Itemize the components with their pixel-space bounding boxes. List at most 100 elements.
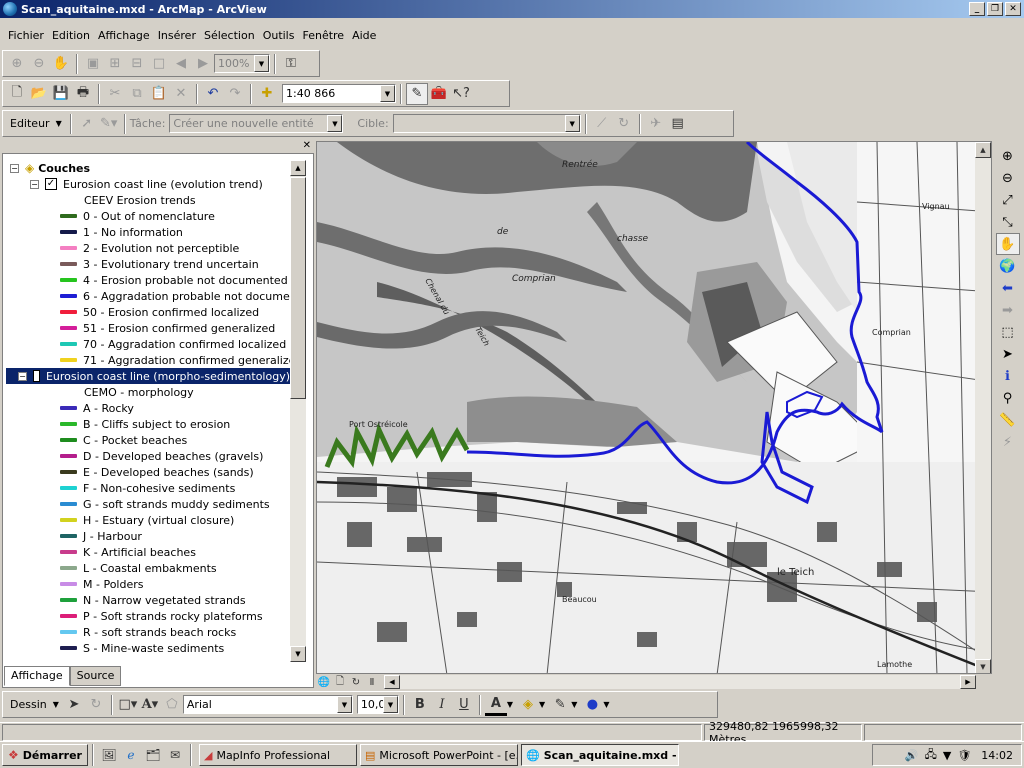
toggle-draft-mode-icon[interactable]: ⚿: [280, 53, 302, 75]
legend-item[interactable]: 6 - Aggradation probable not documented: [60, 288, 290, 304]
refresh-icon[interactable]: ↻: [348, 675, 364, 689]
menu-fenetre[interactable]: Fenêtre: [298, 29, 348, 42]
legend-item[interactable]: 1 - No information: [60, 224, 183, 240]
hyperlink-icon[interactable]: ⚡: [996, 431, 1020, 453]
legend-item[interactable]: R - soft strands beach rocks: [60, 624, 236, 640]
task-powerpoint[interactable]: ▤ Microsoft PowerPoint - [e...: [359, 744, 518, 766]
scroll-thumb[interactable]: [290, 177, 306, 399]
toc-root-row[interactable]: − ◈ Couches: [10, 160, 90, 176]
map-scale-combo[interactable]: 1:40 866 ▼: [282, 84, 396, 103]
editor-toolbar-icon[interactable]: ✎: [406, 82, 428, 105]
font-combo[interactable]: Arial ▼: [182, 695, 353, 714]
zoom-out-page-icon[interactable]: ⊖: [28, 53, 50, 75]
zoom-in-icon[interactable]: ⊕: [996, 145, 1020, 167]
legend-item[interactable]: F - Non-cohesive sediments: [60, 480, 235, 496]
zoom-in-page-icon[interactable]: ⊕: [6, 53, 28, 75]
whats-this-help-icon[interactable]: ↖?: [450, 83, 472, 105]
identify-icon[interactable]: ℹ: [996, 365, 1020, 387]
legend-item[interactable]: D - Developed beaches (gravels): [60, 448, 263, 464]
scroll-right-icon[interactable]: ▶: [960, 675, 976, 689]
layout-view-icon[interactable]: 🗋: [332, 675, 348, 689]
legend-item[interactable]: S - Mine-waste sediments: [60, 640, 224, 656]
legend-item[interactable]: N - Narrow vegetated strands: [60, 592, 246, 608]
cut-icon[interactable]: ✂: [104, 83, 126, 105]
fill-color-icon[interactable]: ◈: [517, 694, 539, 716]
tab-affichage[interactable]: Affichage: [4, 666, 70, 686]
edit-vertices-icon[interactable]: ⬠: [161, 694, 183, 716]
restore-button[interactable]: ❐: [987, 2, 1003, 16]
map-hscrollbar[interactable]: [400, 675, 960, 689]
legend-item[interactable]: C - Pocket beaches: [60, 432, 187, 448]
bold-icon[interactable]: B: [409, 694, 431, 716]
sketch-properties-icon[interactable]: ✈: [645, 113, 667, 135]
map-vscrollbar[interactable]: ▲ ▼: [975, 142, 991, 673]
legend-item[interactable]: 70 - Aggradation confirmed localized: [60, 336, 286, 352]
tray-app-icon[interactable]: ▼: [943, 749, 951, 762]
legend-item[interactable]: B - Cliffs subject to erosion: [60, 416, 230, 432]
antivirus-icon[interactable]: 🛡: [957, 749, 971, 762]
split-tool-icon[interactable]: ⟋: [591, 113, 613, 135]
legend-item[interactable]: 71 - Aggradation confirmed generalized: [60, 352, 290, 368]
legend-item[interactable]: 2 - Evolution not perceptible: [60, 240, 239, 256]
sketch-pencil-icon[interactable]: ✎▾: [98, 113, 120, 135]
close-panel-icon[interactable]: ✕: [303, 140, 311, 151]
font-size-combo[interactable]: 10,00 ▼: [356, 695, 399, 714]
legend-item[interactable]: M - Polders: [60, 576, 143, 592]
paste-icon[interactable]: 📋: [148, 83, 170, 105]
collapse-icon[interactable]: −: [18, 371, 27, 381]
quicklaunch-ie-icon[interactable]: ℯ: [120, 744, 142, 766]
save-icon[interactable]: 💾: [50, 83, 72, 105]
target-combo[interactable]: ▼: [392, 114, 581, 133]
legend-item[interactable]: L - Coastal embakments: [60, 560, 217, 576]
legend-item[interactable]: 50 - Erosion confirmed localized: [60, 304, 259, 320]
menu-edition[interactable]: Edition: [48, 29, 94, 42]
legend-item[interactable]: 3 - Evolutionary trend uncertain: [60, 256, 259, 272]
layer-visibility-checkbox[interactable]: [32, 370, 40, 382]
legend-item[interactable]: A - Rocky: [60, 400, 134, 416]
new-text-icon[interactable]: A▾: [139, 694, 161, 716]
menu-affichage[interactable]: Affichage: [94, 29, 154, 42]
italic-icon[interactable]: I: [431, 694, 453, 716]
full-extent-icon[interactable]: 🌍: [996, 255, 1020, 277]
task-arcmap[interactable]: 🌐 Scan_aquitaine.mxd - ...: [520, 744, 679, 766]
start-button[interactable]: ❖ Démarrer: [2, 744, 88, 766]
previous-extent-icon[interactable]: ◀: [170, 53, 192, 75]
legend-item[interactable]: E - Developed beaches (sands): [60, 464, 254, 480]
quicklaunch-desktop-icon[interactable]: 🖼: [98, 744, 120, 766]
quicklaunch-explorer-icon[interactable]: 🗂: [142, 744, 164, 766]
attributes-icon[interactable]: ▤: [667, 113, 689, 135]
rotate-tool-icon[interactable]: ↻: [613, 113, 635, 135]
legend-item[interactable]: 51 - Erosion confirmed generalized: [60, 320, 275, 336]
select-features-icon[interactable]: ⬚: [996, 321, 1020, 343]
layer-visibility-checkbox[interactable]: ✓: [45, 178, 57, 190]
open-folder-icon[interactable]: 📂: [28, 83, 50, 105]
fixed-zoom-in-icon[interactable]: ⤢: [996, 189, 1020, 211]
close-button[interactable]: ✕: [1005, 2, 1021, 16]
legend-item[interactable]: P - Soft strands rocky plateforms: [60, 608, 263, 624]
legend-item[interactable]: K - Artificial beaches: [60, 544, 196, 560]
arctoolbox-icon[interactable]: 🧰: [428, 83, 450, 105]
quicklaunch-outlook-icon[interactable]: ✉: [164, 744, 186, 766]
pan-icon[interactable]: ✋: [995, 233, 1020, 255]
rotate-icon[interactable]: ↻: [85, 694, 107, 716]
scroll-up-icon[interactable]: ▲: [290, 160, 306, 176]
menu-fichier[interactable]: Fichier: [4, 29, 48, 42]
legend-item[interactable]: J - Harbour: [60, 528, 142, 544]
fixed-zoom-out-page-icon[interactable]: ⊟: [126, 53, 148, 75]
scroll-down-icon[interactable]: ▼: [290, 646, 306, 662]
scroll-down-icon[interactable]: ▼: [975, 659, 991, 673]
print-icon[interactable]: 🖶: [72, 83, 94, 105]
volume-icon[interactable]: 🔊: [905, 749, 919, 762]
forward-extent-icon[interactable]: ➡: [996, 299, 1020, 321]
zoom-percent-combo[interactable]: 100% ▼: [214, 54, 270, 73]
drawing-menu[interactable]: Dessin ▼: [6, 698, 63, 711]
back-extent-icon[interactable]: ⬅: [996, 277, 1020, 299]
task-combo[interactable]: Créer une nouvelle entité ▼: [169, 114, 344, 133]
menu-aide[interactable]: Aide: [348, 29, 380, 42]
delete-icon[interactable]: ✕: [170, 83, 192, 105]
marker-color-icon[interactable]: ●: [581, 694, 603, 716]
collapse-icon[interactable]: −: [10, 163, 19, 173]
select-elements-icon[interactable]: ➤: [63, 694, 85, 716]
new-document-icon[interactable]: 🗋: [6, 83, 28, 105]
fixed-zoom-out-icon[interactable]: ⤡: [996, 211, 1020, 233]
